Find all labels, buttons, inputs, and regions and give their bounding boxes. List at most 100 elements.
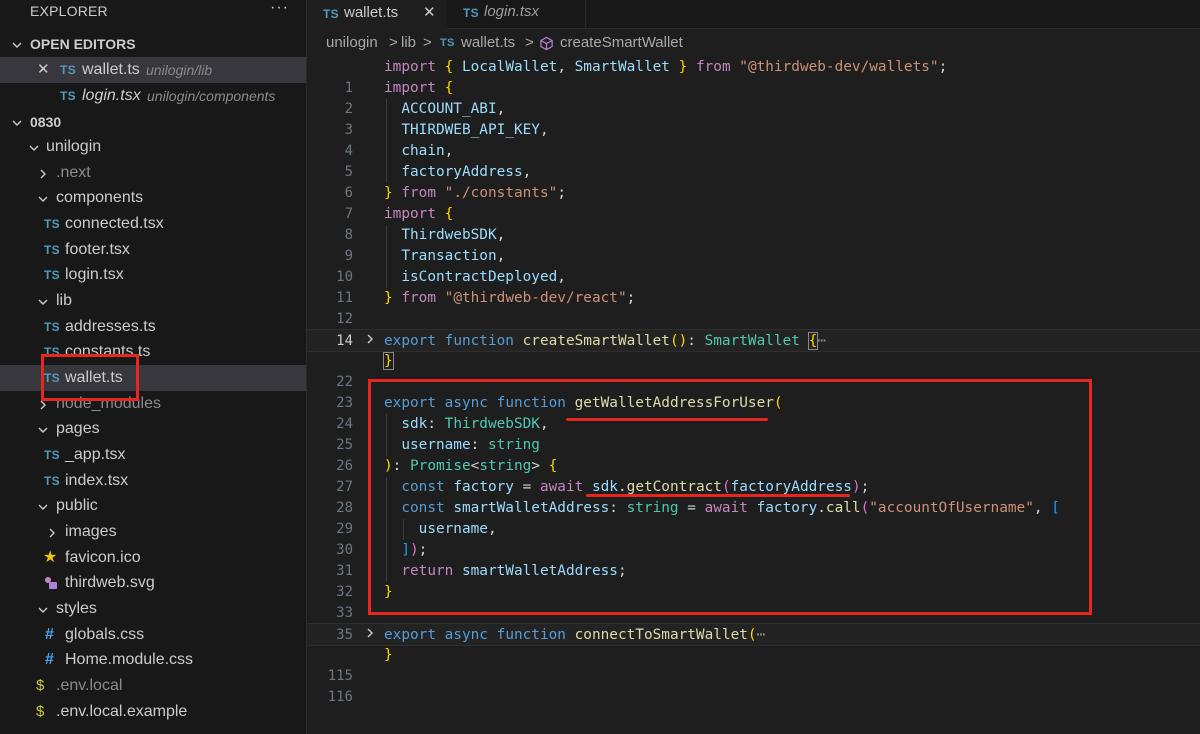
folder-node-modules[interactable]: node_modules [0,391,306,417]
code-text: import { [384,80,454,96]
folder-public[interactable]: public [0,493,306,519]
typescript-file-icon: TS [463,6,479,20]
file-env-local[interactable]: $ .env.local [0,673,306,699]
chevron-right-icon [36,391,50,417]
code-line: 29 const smartWalletAddress: string = aw… [307,498,1200,537]
code-line: 5 chain, [307,141,1200,180]
tab-label: wallet.ts [344,4,399,21]
code-text: export function createSmartWallet(): Sma… [384,332,826,350]
open-editor-item-login[interactable]: TS login.tsx unilogin/components [0,83,306,109]
chevron-right-icon [45,519,59,545]
file-label: connected.tsx [65,215,164,232]
folder-next[interactable]: .next [0,160,306,186]
chevron-down-icon [36,596,50,622]
breadcrumb-item-file[interactable]: wallet.ts [461,30,515,56]
code-line: 31 ]); [307,540,1200,579]
code-text: THIRDWEB_API_KEY, [401,122,549,138]
open-editors-label: OPEN EDITORS [30,36,136,52]
file-footer[interactable]: TS footer.tsx [0,237,306,263]
explorer-title: EXPLORER [30,3,108,19]
file-index[interactable]: TS index.tsx [0,468,306,494]
code-line: 115 } [307,645,1200,684]
code-line: 25 sdk: ThirdwebSDK, [307,414,1200,453]
breadcrumb-item-lib[interactable]: lib [401,30,416,56]
folder-label: public [56,497,98,514]
code-line: 32 return smartWalletAddress; [307,561,1200,600]
chevron-right-icon [36,160,50,186]
file-login[interactable]: TS login.tsx [0,262,306,288]
code-line: 35 export async function connectToSmartW… [307,623,1200,646]
indent-guide [386,99,387,183]
chevron-down-icon [36,493,50,519]
file-label: thirdweb.svg [65,574,155,591]
folder-styles[interactable]: styles [0,596,306,622]
folder-unilogin[interactable]: unilogin [0,134,306,160]
code-line: 28 const factory = await sdk.getContract… [307,477,1200,516]
file-home-module-css[interactable]: # Home.module.css [0,647,306,673]
code-text: username, [418,521,497,537]
chevron-down-icon [10,109,24,135]
line-number: 35 [336,627,353,643]
tab-bar: TS wallet.ts ✕ TS login.tsx [307,0,1200,29]
fold-expand-icon[interactable] [365,331,377,352]
line-number: 116 [327,689,353,705]
code-line: 6 factoryAddress, [307,162,1200,201]
folder-lib[interactable]: lib [0,288,306,314]
env-file-icon: $ [36,703,45,720]
code-line: 12 } from "@thirdweb-dev/react"; [307,288,1200,327]
open-editor-item-wallet[interactable]: ✕ TS wallet.ts unilogin/lib [0,57,306,83]
breadcrumb-item-symbol[interactable]: createSmartWallet [560,30,683,56]
typescript-file-icon: TS [44,243,60,257]
code-text: } [384,584,393,600]
typescript-file-icon: TS [440,37,455,49]
code-text: sdk: ThirdwebSDK, [401,416,549,432]
folder-images[interactable]: images [0,519,306,545]
code-text: ]); [401,542,428,558]
code-text: const smartWalletAddress: string = await… [401,500,1060,516]
indent-guide [386,414,387,456]
workspace-section[interactable]: 0830 [0,109,306,135]
code-line: 13 [307,309,1200,348]
more-actions-icon[interactable]: ··· [270,0,289,17]
folder-pages[interactable]: pages [0,416,306,442]
code-line: 27 ): Promise<string> { [307,456,1200,495]
code-line-current: 14 export function createSmartWallet(): … [307,329,1200,352]
file-constants[interactable]: TS constants.ts [0,339,306,365]
code-line: 22 } [307,351,1200,390]
open-editors-section[interactable]: OPEN EDITORS [0,31,306,57]
file-label: login.tsx [65,266,124,283]
tab-login[interactable]: TS login.tsx [447,0,586,28]
open-editor-filename: login.tsx [82,87,141,104]
breadcrumb-item-unilogin[interactable]: unilogin [326,30,378,56]
file-label: .env.local.example [56,703,188,720]
file-globals-css[interactable]: # globals.css [0,622,306,648]
close-icon[interactable]: ✕ [423,1,436,25]
indent-guide [386,225,387,288]
fold-expand-icon[interactable] [365,625,377,646]
file-app[interactable]: TS _app.tsx [0,442,306,468]
folder-components[interactable]: components [0,185,306,211]
code-text: export async function connectToSmartWall… [384,627,766,643]
workspace-label: 0830 [30,114,62,130]
line-number: 14 [336,333,353,349]
tab-wallet[interactable]: TS wallet.ts ✕ [307,0,447,29]
file-env-local-example[interactable]: $ .env.local.example [0,699,306,725]
file-addresses[interactable]: TS addresses.ts [0,314,306,340]
close-icon[interactable]: ✕ [37,57,50,83]
chevron-down-icon [36,185,50,211]
code-text: ): Promise<string> { [384,458,558,474]
code-editor[interactable]: 1 import { LocalWallet, SmartWallet } fr… [307,56,1200,734]
file-favicon[interactable]: ★ favicon.ico [0,545,306,571]
code-line: 10 Transaction, [307,246,1200,285]
svg-file-icon [45,577,57,589]
file-label: globals.css [65,626,145,643]
file-thirdweb-svg[interactable]: thirdweb.svg [0,570,306,596]
folder-label: .next [56,164,91,181]
folder-label: lib [56,292,73,309]
code-text: ThirdwebSDK, [401,227,506,243]
code-text: import { [384,206,454,222]
breadcrumb-separator: > [389,34,398,51]
file-wallet[interactable]: TS wallet.ts [0,365,306,391]
code-line: 4 THIRDWEB_API_KEY, [307,120,1200,159]
file-connected[interactable]: TS connected.tsx [0,211,306,237]
